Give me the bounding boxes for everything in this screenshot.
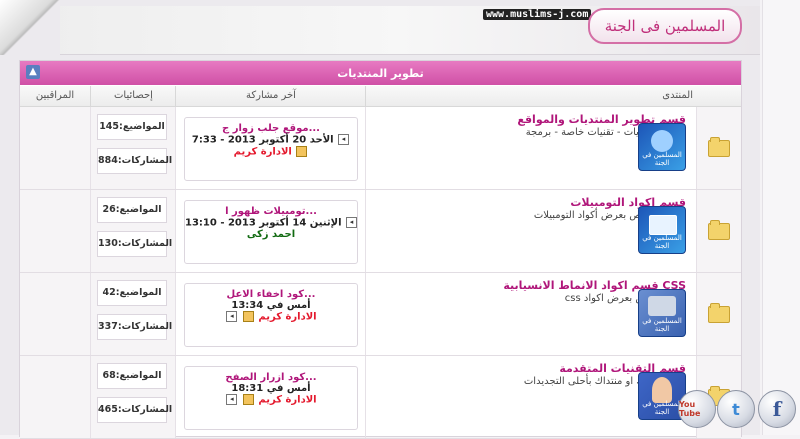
thumbnail-label: المسلمين في الجنة <box>642 234 682 250</box>
folder-cell <box>696 107 741 189</box>
category-title[interactable]: تطوير المنتديات <box>337 67 423 80</box>
facebook-label: f <box>772 397 782 421</box>
column-stats: إحصائيات <box>90 86 176 106</box>
globe-icon <box>651 130 673 152</box>
last-post-cell: موقع جلب زوار ج... الأحد 20 أكتوبر 2013 … <box>175 107 365 189</box>
right-scroll-strip <box>762 0 800 435</box>
forum-row: المواضيع:68 المشاركات:465 كود ازرار الصف… <box>20 356 741 439</box>
user-rank-icon <box>242 394 254 405</box>
forum-info-cell: قسم التقنيات المتقدمة طور موقعك او منتدا… <box>365 356 696 438</box>
last-post-user-line: احمد زكى <box>185 229 357 240</box>
stats-cell: المواضيع:42 المشاركات:337 <box>90 273 175 355</box>
topics-count: المواضيع:145 <box>97 114 167 140</box>
forum-thumbnail[interactable]: المسلمين في الجنة <box>638 123 686 171</box>
last-post-user[interactable]: احمد زكى <box>247 229 295 240</box>
last-post-date-line: أمس في 13:34 <box>185 300 357 311</box>
last-post-user-line: الادارة كريم <box>185 145 357 157</box>
last-post-user-line: ◂ الادارة كريم <box>185 394 357 406</box>
posts-count: المشاركات:337 <box>97 314 172 340</box>
table-header: المراقبين إحصائيات آخر مشاركة المنتدى <box>20 86 741 107</box>
category-header: ▲ تطوير المنتديات <box>20 61 741 85</box>
folder-icon <box>708 220 730 240</box>
user-rank-icon <box>296 145 308 157</box>
page-frame: www.muslims-j.com المسلمين فى الجنة ▲ تط… <box>0 0 760 439</box>
last-post-box: تومبيلات ظهور ا... الإثنين 14 أكتوبر 201… <box>184 200 358 264</box>
last-post-box: كود اخفاء الاعل... أمس في 13:34 ◂ الادار… <box>184 283 358 347</box>
last-post-date: الأحد 20 أكتوبر 2013 - 7:33 <box>191 134 334 146</box>
forum-category-panel: ▲ تطوير المنتديات المراقبين إحصائيات آخر… <box>19 60 742 439</box>
moderators-cell <box>20 356 90 438</box>
css-icon <box>648 296 676 316</box>
forum-row: المواضيع:42 المشاركات:337 كود اخفاء الاع… <box>20 273 741 356</box>
folder-cell <box>696 190 741 272</box>
last-post-topic[interactable]: كود اخفاء الاعل... <box>185 289 357 300</box>
page-curl-decoration <box>0 0 60 55</box>
youtube-icon[interactable]: You Tube <box>678 390 716 428</box>
last-post-topic[interactable]: تومبيلات ظهور ا... <box>185 206 357 217</box>
forum-info-cell: قسم تطوير المنتديات والمواقع أتطوير منتد… <box>365 107 696 189</box>
last-post-date: الإثنين 14 أكتوبر 2013 - 13:10 <box>185 217 342 229</box>
window-icon <box>649 215 677 235</box>
last-post-date-line: الأحد 20 أكتوبر 2013 - 7:33 ◂ <box>185 134 357 146</box>
posts-count: المشاركات:884 <box>97 148 172 174</box>
stats-cell: المواضيع:68 المشاركات:465 <box>90 356 175 438</box>
last-post-topic[interactable]: موقع جلب زوار ج... <box>185 123 357 134</box>
forum-row: المواضيع:26 المشاركات:130 تومبيلات ظهور … <box>20 190 741 273</box>
site-url[interactable]: www.muslims-j.com <box>483 9 592 20</box>
moderators-cell <box>20 107 90 189</box>
last-post-cell: كود اخفاء الاعل... أمس في 13:34 ◂ الادار… <box>175 273 365 355</box>
last-post-date-line: الإثنين 14 أكتوبر 2013 - 13:10 ◂ <box>185 217 358 229</box>
forum-thumbnail[interactable]: المسلمين في الجنة <box>638 206 686 254</box>
twitter-icon[interactable]: t <box>717 390 755 428</box>
moderators-cell <box>20 190 90 272</box>
last-post-box: كود ازرار الصفح... أمس في 18:31 ◂ الادار… <box>184 366 358 430</box>
goto-post-icon[interactable]: ◂ <box>346 217 358 228</box>
last-post-user[interactable]: الادارة كريم <box>258 312 316 323</box>
last-post-cell: تومبيلات ظهور ا... الإثنين 14 أكتوبر 201… <box>175 190 365 272</box>
last-post-user-line: ◂ الادارة كريم <box>185 311 357 323</box>
site-logo[interactable]: المسلمين فى الجنة <box>588 8 742 44</box>
last-post-box: موقع جلب زوار ج... الأحد 20 أكتوبر 2013 … <box>184 117 358 181</box>
goto-post-icon[interactable]: ◂ <box>226 311 238 322</box>
thumbnail-label: المسلمين في الجنة <box>642 151 682 167</box>
youtube-label: You Tube <box>679 400 701 418</box>
stats-cell: المواضيع:26 المشاركات:130 <box>90 190 175 272</box>
topics-count: المواضيع:42 <box>97 280 167 306</box>
posts-count: المشاركات:130 <box>97 231 172 257</box>
last-post-date-line: أمس في 18:31 <box>185 383 357 394</box>
last-post-user[interactable]: الادارة كريم <box>234 146 292 157</box>
last-post-date: أمس في 13:34 <box>231 300 311 311</box>
column-forum: المنتدى <box>365 86 741 106</box>
user-rank-icon <box>242 311 254 322</box>
topics-count: المواضيع:26 <box>97 197 167 223</box>
forum-info-cell: قسم اكواد التومبيلات القسم مختص بعرض أكو… <box>365 190 696 272</box>
last-post-user[interactable]: الادارة كريم <box>258 395 316 406</box>
site-logo-text: المسلمين فى الجنة <box>604 17 726 35</box>
column-moderators: المراقبين <box>35 90 75 101</box>
column-last-post: آخر مشاركة <box>175 86 366 106</box>
twitter-label: t <box>732 399 740 419</box>
moderators-cell <box>20 273 90 355</box>
last-post-date: أمس في 18:31 <box>231 383 311 394</box>
goto-post-icon[interactable]: ◂ <box>338 134 350 145</box>
last-post-topic[interactable]: كود ازرار الصفح... <box>185 372 357 383</box>
folder-cell <box>696 273 741 355</box>
topics-count: المواضيع:68 <box>97 363 167 389</box>
stats-cell: المواضيع:145 المشاركات:884 <box>90 107 175 189</box>
last-post-cell: كود ازرار الصفح... أمس في 18:31 ◂ الادار… <box>175 356 365 438</box>
collapse-icon[interactable]: ▲ <box>26 65 40 79</box>
forum-thumbnail[interactable]: المسلمين في الجنة <box>638 289 686 337</box>
posts-count: المشاركات:465 <box>97 397 172 423</box>
folder-icon <box>708 137 730 157</box>
facebook-icon[interactable]: f <box>758 390 796 428</box>
folder-icon <box>708 303 730 323</box>
goto-post-icon[interactable]: ◂ <box>226 394 238 405</box>
thumbnail-label: المسلمين في الجنة <box>642 317 682 333</box>
forum-row: المواضيع:145 المشاركات:884 موقع جلب زوار… <box>20 107 741 190</box>
forum-info-cell: قسم اكواد الانماط الانسيابية CSS css قسم… <box>365 273 696 355</box>
